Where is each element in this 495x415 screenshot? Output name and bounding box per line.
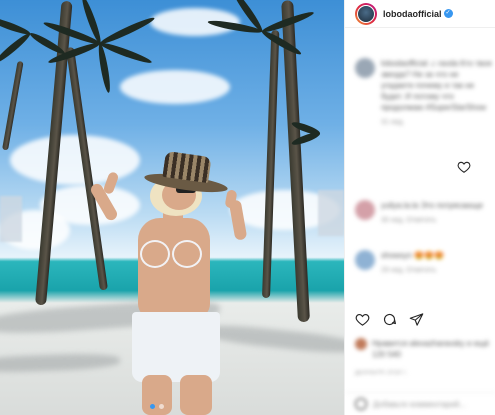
comment-text: yuliya.la.la Это потрясающе <box>381 201 483 210</box>
post-header: lobodaofficial ✓ <box>345 0 495 28</box>
comment-text: showsyn 😍😍😍 <box>381 251 445 260</box>
palm-frond <box>0 30 33 66</box>
blurred-region <box>0 196 22 242</box>
carousel-dot[interactable] <box>150 404 155 409</box>
carousel-dot[interactable] <box>159 404 164 409</box>
caption-avatar[interactable] <box>355 58 375 78</box>
palm-trunk <box>262 30 280 299</box>
add-comment-bar: Добавьте комментарий... <box>345 392 495 415</box>
comment-avatar[interactable] <box>355 200 375 220</box>
palm-shadow <box>199 321 344 357</box>
action-bar <box>355 312 424 327</box>
palm-trunk <box>2 60 24 151</box>
heart-icon[interactable] <box>355 312 370 327</box>
denim-shorts <box>132 312 220 382</box>
palm-frond <box>98 14 156 47</box>
post-date: ДЕКАБРЯ 2018 Г. <box>355 370 409 376</box>
palm-frond <box>260 28 303 58</box>
cloud <box>10 135 140 185</box>
avatar[interactable] <box>355 2 377 25</box>
palm-frond <box>98 40 153 66</box>
post-sidebar: lobodaofficial ✓ lobodaofficial ♫ ravda … <box>344 0 495 415</box>
cloud <box>120 70 230 104</box>
liker-avatar <box>355 338 367 350</box>
heart-outline-icon <box>457 161 471 173</box>
list-item: yuliya.la.la Это потрясающе 30 нед. Отве… <box>355 200 493 224</box>
add-comment-input[interactable]: Добавьте комментарий... <box>373 400 466 409</box>
comment-avatar[interactable] <box>355 250 375 270</box>
verified-badge-icon: ✓ <box>443 9 453 18</box>
comment-icon[interactable] <box>382 312 397 327</box>
username-link[interactable]: lobodaofficial <box>383 9 442 19</box>
post-photo[interactable] <box>0 0 344 415</box>
carousel-dots <box>150 404 164 409</box>
emoji-icon[interactable] <box>355 398 367 410</box>
likes-summary[interactable]: Нравится alexazharavsky и ещё 120 540 <box>355 338 495 360</box>
blurred-region <box>318 190 344 236</box>
comment-meta[interactable]: 29 нед. Ответить <box>381 267 444 274</box>
caption-time: 31 нед. <box>381 119 405 126</box>
likes-text: Нравится alexazharavsky и ещё 120 540 <box>372 339 490 359</box>
comment-meta[interactable]: 30 нед. Ответить <box>381 217 483 224</box>
caption-text: lobodaofficial ♫ ravda Кто твоя звезда? … <box>381 59 492 112</box>
palm-shadow <box>0 352 121 374</box>
caption: lobodaofficial ♫ ravda Кто твоя звезда? … <box>355 58 493 126</box>
list-item: showsyn 😍😍😍 29 нед. Ответить <box>355 250 493 274</box>
comment-like-button[interactable] <box>457 160 471 179</box>
share-icon[interactable] <box>409 312 424 327</box>
